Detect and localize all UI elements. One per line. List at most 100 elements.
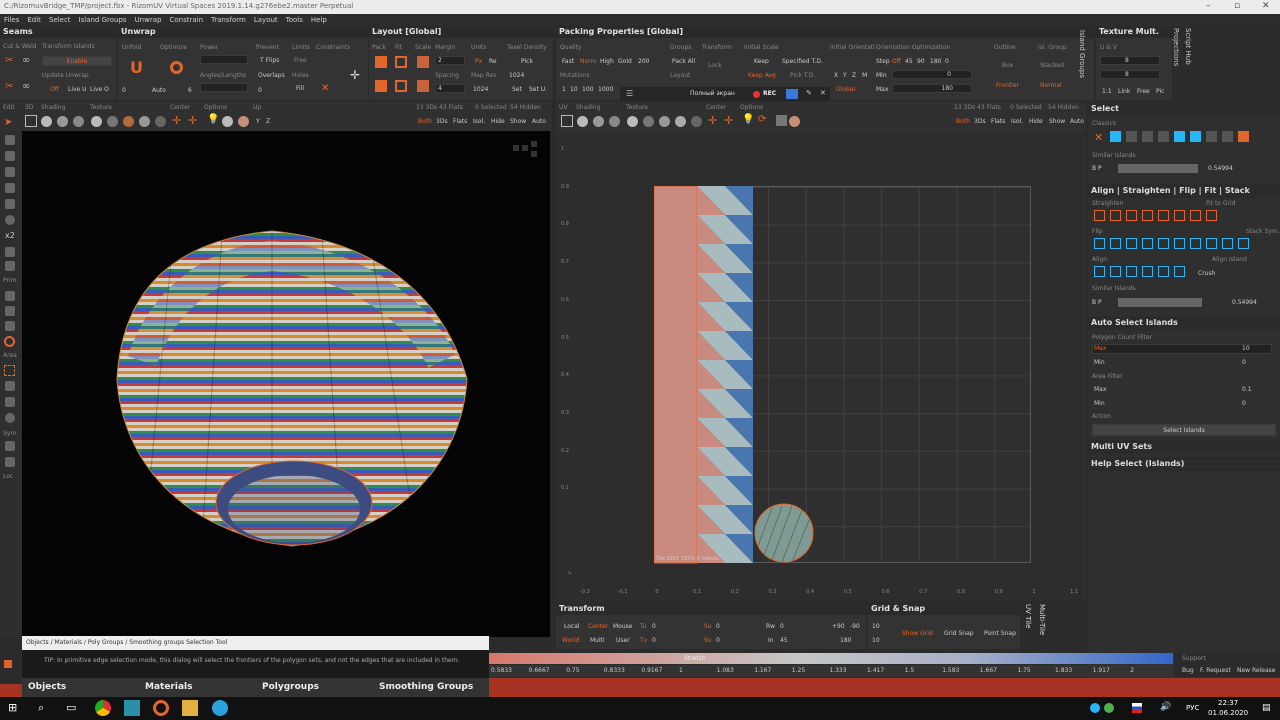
align-tool-icon[interactable]	[1142, 238, 1153, 249]
align-tool-icon[interactable]	[1206, 238, 1217, 249]
multi-toggle[interactable]: Multi	[590, 637, 605, 644]
prevent-value[interactable]: 0	[258, 87, 262, 94]
uv-texture-d-icon[interactable]	[675, 116, 686, 127]
d3s-toggle[interactable]: 3Ds	[436, 118, 448, 125]
align-tool-icon[interactable]	[1126, 238, 1137, 249]
up-y-toggle[interactable]: Y	[256, 118, 260, 125]
clock-time[interactable]: 22:37	[1218, 699, 1238, 707]
step-value[interactable]: 0	[945, 58, 949, 65]
menu-tools[interactable]: Tools	[282, 14, 307, 26]
pin-icon[interactable]	[5, 247, 15, 257]
optimize-iter-value[interactable]: 6	[188, 87, 192, 94]
update-off-toggle[interactable]: Off	[50, 86, 59, 93]
projections-tab[interactable]: Projections	[1172, 28, 1180, 66]
uv-grid-option-icon[interactable]	[776, 115, 787, 126]
select-classic-icon[interactable]	[1110, 131, 1121, 142]
tv-field[interactable]: 0	[652, 637, 656, 644]
align-tool-icon[interactable]	[1126, 266, 1137, 277]
step-180-toggle[interactable]: 180	[930, 58, 941, 65]
unfold-icon[interactable]: U	[130, 58, 143, 77]
axis-x-toggle[interactable]: X	[834, 72, 838, 79]
gold-toggle[interactable]: Gold	[618, 58, 632, 65]
uv-hide-button[interactable]: Hide	[1029, 118, 1043, 125]
align-similar-value[interactable]: 0.54994	[1232, 299, 1257, 306]
align-tool-icon[interactable]	[1206, 210, 1217, 221]
mut-1000-toggle[interactable]: 1000	[598, 86, 613, 93]
spacing-field[interactable]: 4	[435, 84, 465, 93]
folder-icon[interactable]	[182, 700, 198, 716]
lock-toggle[interactable]: Lock	[708, 62, 722, 69]
target-icon[interactable]	[4, 336, 15, 347]
close-icon[interactable]: ✕	[1262, 1, 1270, 11]
menu-edit[interactable]: Edit	[23, 14, 45, 26]
align-tool-icon[interactable]	[1190, 210, 1201, 221]
select-arrow-icon[interactable]: ➤	[4, 117, 12, 128]
align-tool-icon[interactable]	[1094, 266, 1105, 277]
multi-tile-tab[interactable]: Multi-Tile	[1038, 604, 1046, 635]
align-tool-icon[interactable]	[1190, 238, 1201, 249]
light-icon[interactable]: 💡	[207, 114, 219, 125]
constraint-x-icon[interactable]: ✕	[321, 83, 329, 94]
close-recorder-icon[interactable]: ✕	[820, 89, 826, 97]
step-off-toggle[interactable]: Off	[892, 58, 901, 65]
holes-toggle[interactable]: Holes	[292, 72, 309, 79]
scale-icon[interactable]	[417, 56, 429, 68]
weld-loop-icon[interactable]: ∞	[22, 81, 30, 92]
help-select-title[interactable]: Help Select (Islands)	[1088, 457, 1280, 471]
quality-field[interactable]: 200	[638, 58, 649, 65]
line-select-icon[interactable]	[5, 291, 15, 301]
align-tool-icon[interactable]	[1222, 238, 1233, 249]
uv-shading-c-icon[interactable]	[609, 116, 620, 127]
shading-grid-icon[interactable]	[73, 116, 84, 127]
keep-avg-toggle[interactable]: Keep Avg	[748, 72, 776, 79]
fill-toggle[interactable]: Fill	[296, 85, 304, 92]
uv-show-button[interactable]: Show	[1049, 118, 1065, 125]
align-tool-icon[interactable]	[1126, 210, 1137, 221]
px-unit-toggle[interactable]: Px	[475, 58, 482, 65]
center-object-icon[interactable]: ✛	[188, 114, 197, 127]
paint-select-icon[interactable]	[5, 306, 15, 316]
pick-td-button[interactable]: Pick T.D.	[790, 72, 815, 79]
select-classic-icon[interactable]	[1190, 131, 1201, 142]
uv-center-a-icon[interactable]: ✛	[708, 114, 717, 127]
isol-button[interactable]: Isol.	[473, 118, 485, 125]
point-snap-toggle[interactable]: Point Snap	[984, 630, 1016, 637]
rect-select-icon[interactable]	[4, 365, 15, 376]
area-min-value[interactable]: 0	[1242, 400, 1246, 407]
axis-z-toggle[interactable]: Z	[852, 72, 856, 79]
free-button[interactable]: Free	[1137, 88, 1150, 95]
margin-field[interactable]: 2	[435, 56, 465, 65]
flats-toggle[interactable]: Flats	[453, 118, 467, 125]
option-b-icon[interactable]	[238, 116, 249, 127]
grid-snap-toggle[interactable]: Grid Snap	[944, 630, 974, 637]
local-toggle[interactable]: Local	[564, 623, 580, 630]
user-toggle[interactable]: User	[616, 637, 630, 644]
uv-light-icon[interactable]: 💡	[742, 114, 754, 125]
fit-islands-icon[interactable]	[395, 80, 407, 92]
align-tool-icon[interactable]	[1158, 266, 1169, 277]
scale-islands-icon[interactable]	[417, 80, 429, 92]
align-tool-icon[interactable]	[1110, 238, 1121, 249]
select-islands-button[interactable]: Select Islands	[1092, 424, 1276, 436]
ratio-1-1-button[interactable]: 1:1	[1102, 88, 1112, 95]
viewport-3d[interactable]	[22, 131, 550, 637]
minimize-icon[interactable]: –	[1206, 1, 1211, 11]
fullscreen-label[interactable]: Полный экран	[690, 90, 735, 97]
uv-flats-toggle[interactable]: Flats	[991, 118, 1005, 125]
lasso-icon[interactable]	[5, 321, 15, 331]
min-field[interactable]: 0	[892, 70, 972, 79]
island-mode-icon[interactable]	[5, 183, 15, 193]
hide-button[interactable]: Hide	[491, 118, 505, 125]
optimize-icon[interactable]	[170, 61, 183, 74]
windows-start-icon[interactable]: ⊞	[8, 701, 17, 714]
keep-toggle[interactable]: Keep	[754, 58, 769, 65]
mut-100-toggle[interactable]: 100	[582, 86, 593, 93]
uv-texture-e-icon[interactable]	[691, 116, 702, 127]
lock-icon[interactable]	[5, 457, 15, 467]
tab-materials[interactable]: Materials	[145, 682, 192, 692]
in-field[interactable]: 45	[780, 637, 788, 644]
clock-date[interactable]: 01.06.2020	[1208, 709, 1248, 717]
center-toggle[interactable]: Center	[588, 623, 608, 630]
uv-isol-button[interactable]: Isol.	[1011, 118, 1023, 125]
sv-field[interactable]: 0	[716, 637, 720, 644]
